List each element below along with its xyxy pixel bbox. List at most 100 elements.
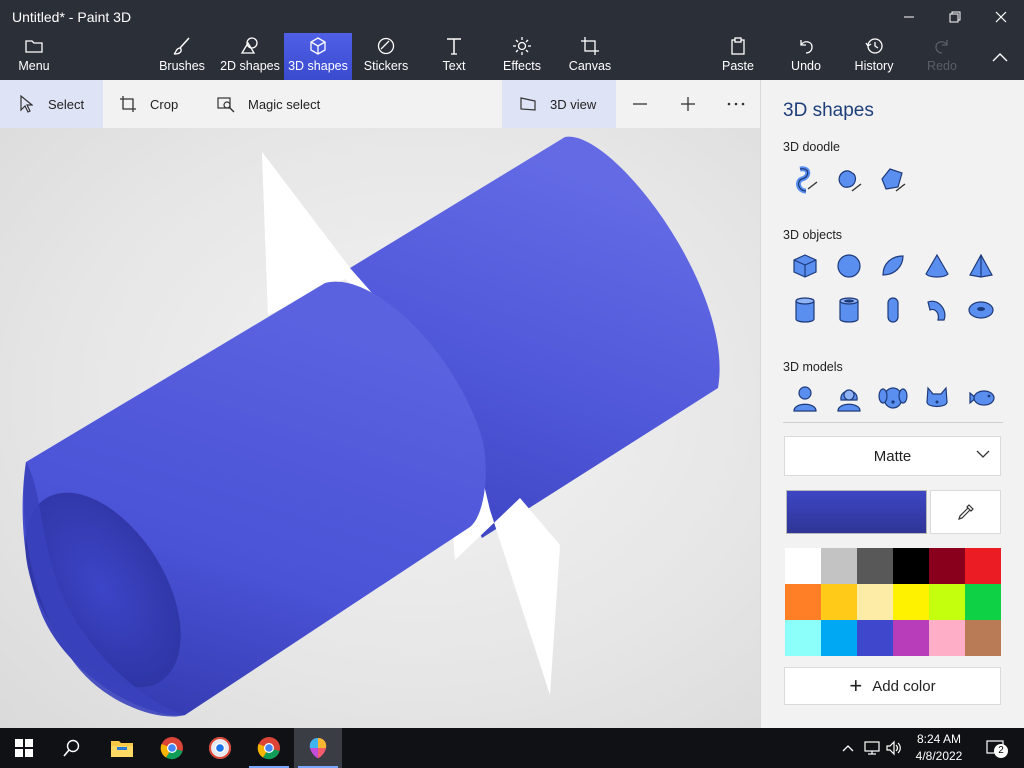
dog-icon [878,387,908,409]
notification-count-badge: 2 [994,744,1008,758]
effects-tab[interactable]: Effects [500,33,544,80]
woman-model-button[interactable] [829,380,869,416]
brushes-tab[interactable]: Brushes [158,33,206,80]
redo-button[interactable]: Redo [922,33,962,80]
pyramid-button[interactable] [961,248,1001,284]
crop-tool[interactable]: Crop [118,80,198,128]
color-swatch[interactable] [965,548,1001,584]
minimize-button[interactable] [886,0,932,33]
text-tab[interactable]: Text [434,33,474,80]
sphere-button[interactable] [829,248,869,284]
color-swatch[interactable] [857,620,893,656]
man-model-button[interactable] [785,380,825,416]
close-button[interactable] [978,0,1024,33]
volume-button[interactable] [884,738,904,758]
color-swatch[interactable] [965,620,1001,656]
material-dropdown[interactable]: Matte [784,436,1001,476]
curved-cylinder-button[interactable] [917,292,957,328]
history-icon [864,33,884,59]
dog-model-button[interactable] [873,380,913,416]
hemisphere-button[interactable] [873,248,913,284]
shapes-panel: 3D shapes 3D doodle 3D objects 3D models [760,80,1024,728]
paint3d-taskbar[interactable] [294,728,342,768]
fish-model-button[interactable] [961,380,1001,416]
magic-select-icon [216,95,236,113]
add-color-button[interactable]: + Add color [784,667,1001,705]
color-swatch[interactable] [785,584,821,620]
color-swatch[interactable] [965,584,1001,620]
eyedropper-button[interactable] [930,490,1001,534]
2d-shapes-label: 2D shapes [220,59,280,73]
chrome-beta-taskbar[interactable] [196,728,244,768]
cylinder-front[interactable] [0,281,486,717]
select-tool[interactable]: Select [0,80,103,128]
network-button[interactable] [862,738,882,758]
history-button[interactable]: History [852,33,896,80]
start-button[interactable] [0,728,48,768]
stickers-tab[interactable]: Stickers [362,33,410,80]
color-swatch[interactable] [893,620,929,656]
network-icon [864,741,880,755]
canvas-tab[interactable]: Canvas [566,33,614,80]
chevron-down-icon [976,450,990,458]
eyedropper-icon [957,504,974,520]
3d-scene[interactable] [0,128,760,728]
cone-button[interactable] [917,248,957,284]
material-value: Matte [873,447,912,465]
panel-title: 3D shapes [783,100,874,121]
zoom-out-button[interactable] [624,80,656,128]
menu-button[interactable]: Menu [8,33,60,80]
color-swatch[interactable] [893,584,929,620]
restore-button[interactable] [932,0,978,33]
clock[interactable]: 8:24 AM 4/8/2022 [904,731,974,765]
3d-view-icon [518,96,538,112]
cylinder-button[interactable] [785,292,825,328]
drawing-canvas[interactable] [0,128,760,728]
color-swatch[interactable] [857,584,893,620]
cube-icon [308,33,328,59]
magic-select-tool[interactable]: Magic select [216,80,336,128]
donut-button[interactable] [961,292,1001,328]
collapse-ribbon-button[interactable] [980,33,1020,80]
search-icon [63,739,80,757]
color-swatch[interactable] [785,620,821,656]
color-swatch[interactable] [821,620,857,656]
paste-button[interactable]: Paste [718,33,758,80]
capsule-icon [887,297,899,323]
3d-shapes-tab[interactable]: 3D shapes [284,33,352,80]
more-options-button[interactable] [720,80,752,128]
3d-view-toggle[interactable]: 3D view [502,80,616,128]
sharp-doodle-icon [796,166,818,194]
soft-doodle-button[interactable] [829,162,869,198]
capsule-button[interactable] [873,292,913,328]
chrome-icon [257,737,280,760]
notifications-button[interactable]: 2 [984,738,1008,758]
color-swatch[interactable] [821,548,857,584]
undo-button[interactable]: Undo [786,33,826,80]
3d-doodle-label: 3D doodle [783,140,840,154]
color-swatch[interactable] [785,548,821,584]
color-swatch[interactable] [929,620,965,656]
file-explorer-taskbar[interactable] [98,728,146,768]
color-swatch[interactable] [929,584,965,620]
tube-doodle-button[interactable] [873,162,913,198]
color-swatch[interactable] [929,548,965,584]
close-icon [995,11,1007,22]
search-button[interactable] [48,728,96,768]
zoom-in-button[interactable] [672,80,704,128]
chrome-taskbar[interactable] [148,728,196,768]
color-swatch[interactable] [821,584,857,620]
2d-shapes-tab[interactable]: 2D shapes [220,33,280,80]
chrome-taskbar-2[interactable] [245,728,293,768]
cube-button[interactable] [785,248,825,284]
show-hidden-icons-button[interactable] [838,738,858,758]
fish-icon [969,390,995,406]
undo-label: Undo [791,59,821,73]
color-swatch[interactable] [857,548,893,584]
cat-model-button[interactable] [917,380,957,416]
color-swatch[interactable] [893,548,929,584]
sharp-doodle-button[interactable] [785,162,825,198]
tube-button[interactable] [829,292,869,328]
current-color-swatch[interactable] [786,490,927,534]
crop-label: Crop [150,96,179,112]
